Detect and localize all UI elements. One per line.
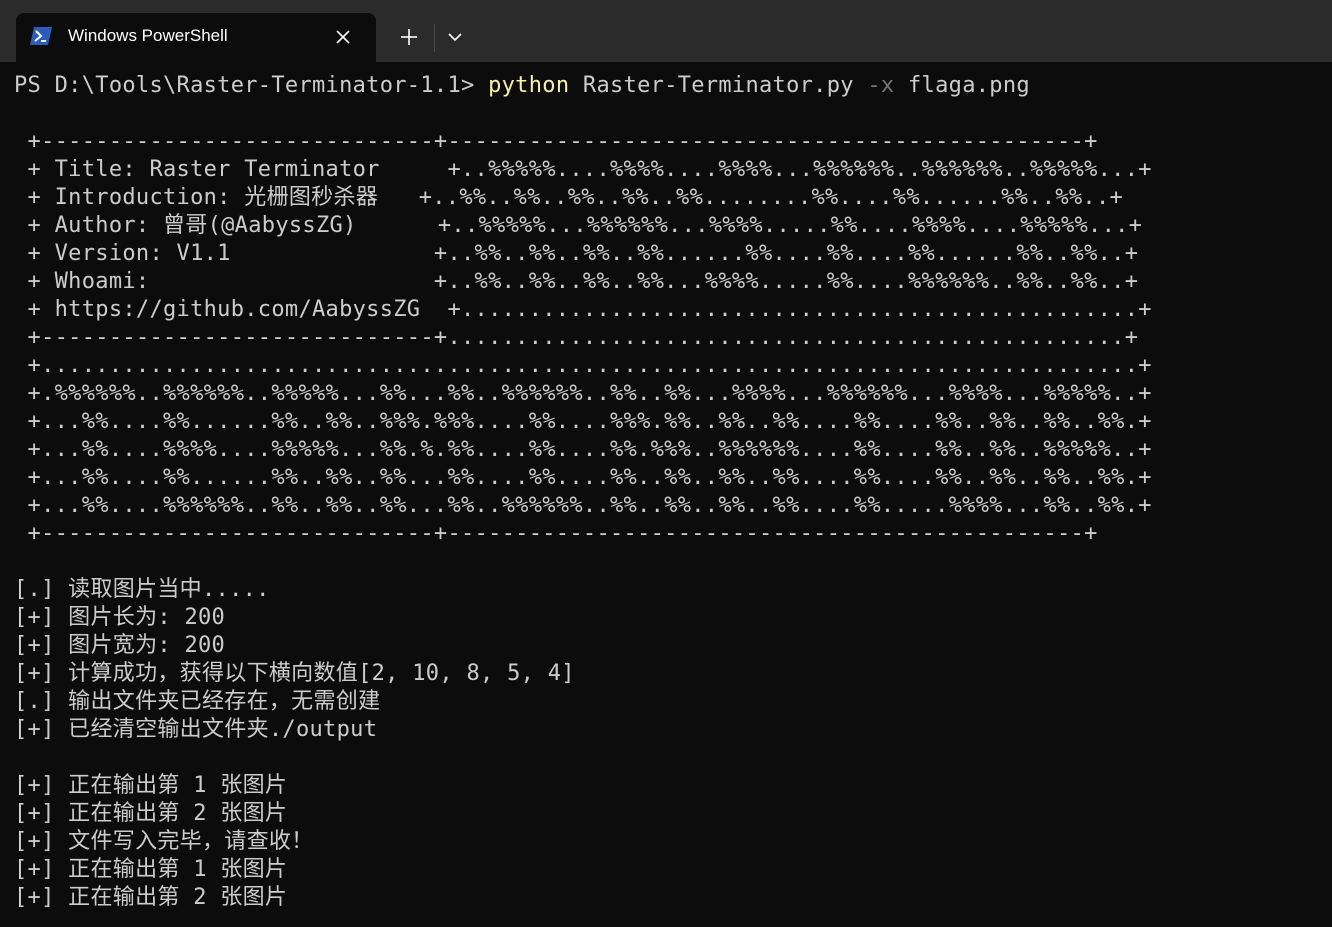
- output-line: [+] 正在输出第 1 张图片: [14, 857, 288, 882]
- close-icon[interactable]: [332, 26, 354, 48]
- output-line: [+] 正在输出第 2 张图片: [14, 885, 288, 910]
- command-arg: Raster-Terminator.py: [569, 73, 868, 98]
- output-line: [+] 正在输出第 2 张图片: [14, 801, 288, 826]
- output-line: [.] 读取图片当中.....: [14, 577, 270, 602]
- prompt: PS D:\Tools\Raster-Terminator-1.1>: [14, 73, 489, 98]
- command: python: [488, 73, 570, 98]
- tab-separator: [434, 24, 435, 52]
- output-line: [+] 图片长为: 200: [14, 605, 226, 630]
- tab-title: Windows PowerShell: [68, 26, 228, 45]
- output-line: [.] 输出文件夹已经存在，无需创建: [14, 689, 381, 714]
- output-line: [+] 图片宽为: 200: [14, 633, 226, 658]
- banner-line: + Whoami: +..%%..%%..%%..%%...%%%%.....%…: [14, 269, 1139, 294]
- banner-line: +-----------------------------+---------…: [14, 521, 1098, 546]
- command-flag: -x: [867, 73, 895, 98]
- command-line: PS D:\Tools\Raster-Terminator-1.1> pytho…: [14, 72, 1030, 100]
- terminal-output[interactable]: PS D:\Tools\Raster-Terminator-1.1> pytho…: [0, 62, 1332, 927]
- plus-icon[interactable]: [392, 20, 426, 54]
- banner-line: +...%%....%%%%%%..%%..%%..%%...%%..%%%%%…: [14, 493, 1152, 518]
- banner-line: +.%%%%%%..%%%%%%..%%%%%...%%...%%..%%%%%…: [14, 381, 1152, 406]
- banner-line: +.......................................…: [14, 353, 1152, 378]
- banner-line: +...%%....%%......%%..%%..%%...%%....%%.…: [14, 465, 1152, 490]
- chevron-down-icon[interactable]: [440, 20, 470, 54]
- tab-powershell[interactable]: Windows PowerShell: [16, 13, 376, 62]
- banner-line: +-----------------------------+---------…: [14, 129, 1098, 154]
- output-line: [+] 正在输出第 1 张图片: [14, 773, 288, 798]
- banner-line: + Introduction: 光栅图秒杀器 +..%%..%%..%%..%%…: [14, 185, 1124, 210]
- output-line: [+] 文件写入完毕，请查收！: [14, 829, 314, 854]
- banner-line: +-----------------------------+.........…: [14, 325, 1139, 350]
- output-line: [+] 已经清空输出文件夹./output: [14, 717, 378, 742]
- banner-line: + https://github.com/AabyssZG +.........…: [14, 297, 1152, 322]
- banner-line: + Author: 曾哥(@AabyssZG) +..%%%%%...%%%%%…: [14, 213, 1143, 238]
- title-bar: Windows PowerShell: [0, 0, 1332, 62]
- banner-line: + Version: V1.1 +..%%..%%..%%..%%......%…: [14, 241, 1139, 266]
- powershell-icon: [30, 27, 52, 45]
- terminal-window: Windows PowerShell PS D:\Tools\Raster-Te…: [0, 0, 1332, 927]
- banner-line: +...%%....%%......%%..%%..%%%.%%%....%%.…: [14, 409, 1152, 434]
- command-arg: flaga.png: [894, 73, 1030, 98]
- output-line: [+] 计算成功，获得以下横向数值[2, 10, 8, 5, 4]: [14, 661, 575, 686]
- banner-line: + Title: Raster Terminator +..%%%%%....%…: [14, 157, 1152, 182]
- banner-line: +...%%....%%%%....%%%%%...%%.%.%%....%%.…: [14, 437, 1152, 462]
